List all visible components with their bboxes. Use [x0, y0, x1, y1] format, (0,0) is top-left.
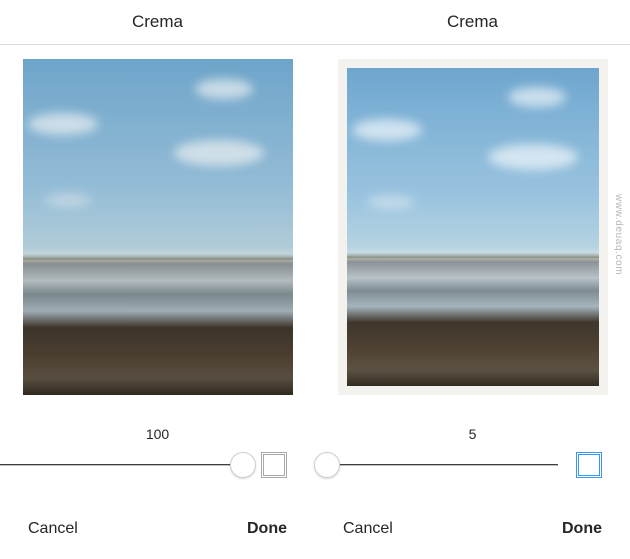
- frame-toggle[interactable]: [261, 452, 287, 478]
- header-divider: [0, 44, 630, 45]
- frame-toggle[interactable]: [576, 452, 602, 478]
- filter-pane-left: Crema 100: [0, 0, 315, 559]
- preview-area-left: [0, 44, 315, 404]
- intensity-slider[interactable]: [0, 452, 243, 478]
- slider-area-left: 100: [0, 404, 315, 499]
- footer-right: Cancel Done: [315, 499, 630, 559]
- photo-container-framed: [338, 59, 608, 395]
- filter-pane-right: Crema 5: [315, 0, 630, 559]
- photo-preview: [347, 68, 599, 386]
- slider-thumb[interactable]: [314, 452, 340, 478]
- header-left: Crema: [0, 0, 315, 44]
- done-button[interactable]: Done: [562, 520, 602, 538]
- photo-preview: [23, 59, 293, 395]
- filter-name-label: Crema: [132, 12, 183, 32]
- watermark-text: www.deuaq.com: [613, 194, 624, 275]
- filter-name-label: Crema: [447, 12, 498, 32]
- slider-thumb[interactable]: [230, 452, 256, 478]
- preview-area-right: [315, 44, 630, 404]
- slider-row: [0, 452, 315, 478]
- slider-area-right: 5: [315, 404, 630, 499]
- slider-row: [315, 452, 630, 478]
- photo-container: [23, 59, 293, 395]
- intensity-slider[interactable]: [315, 452, 558, 478]
- header-right: Crema: [315, 0, 630, 44]
- footer-left: Cancel Done: [0, 499, 315, 559]
- cancel-button[interactable]: Cancel: [28, 520, 78, 538]
- done-button[interactable]: Done: [247, 520, 287, 538]
- slider-value-label: 5: [469, 426, 477, 442]
- slider-value-label: 100: [146, 426, 169, 442]
- split-container: Crema 100: [0, 0, 630, 559]
- cancel-button[interactable]: Cancel: [343, 520, 393, 538]
